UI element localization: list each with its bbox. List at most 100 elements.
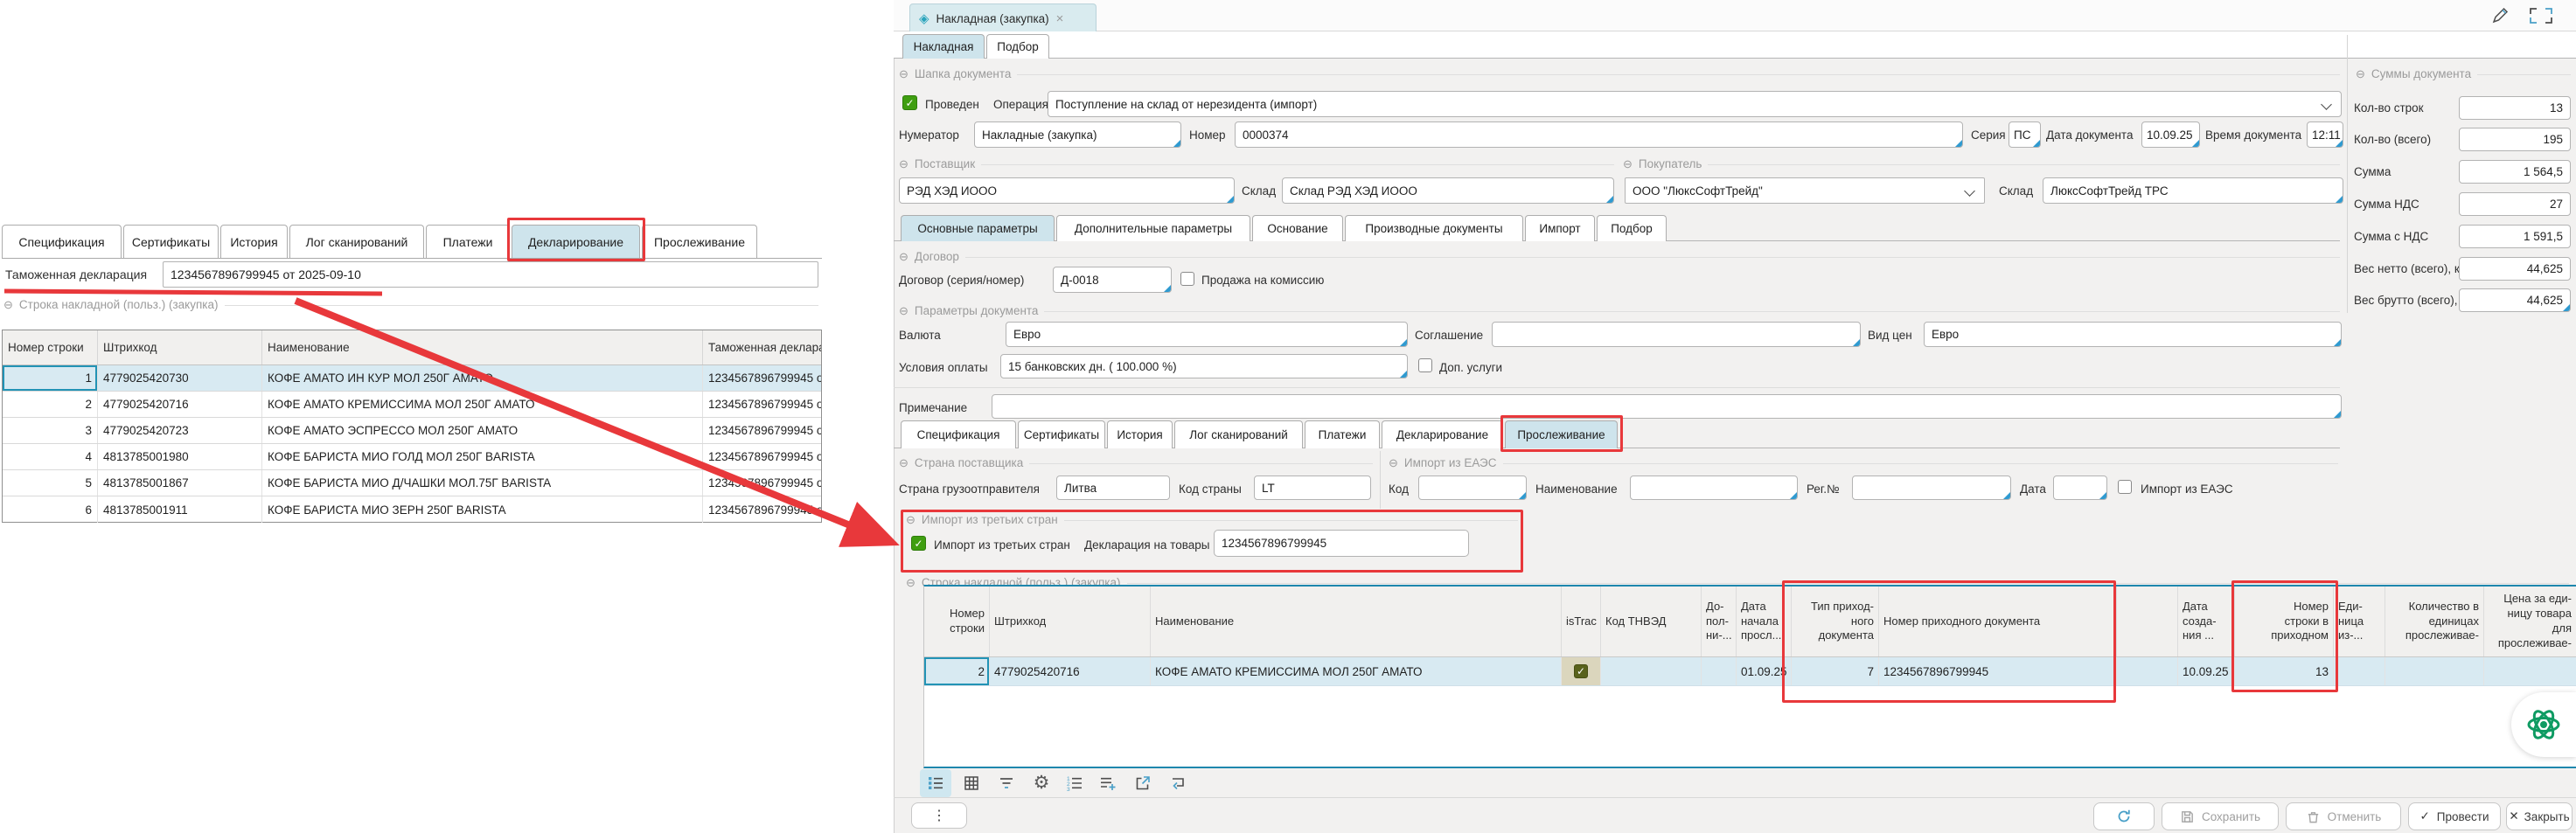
tab-invoice[interactable]: Накладная [902,34,985,59]
open-external-icon[interactable] [1128,770,1158,796]
sum-field-vat[interactable]: 27 [2459,192,2571,216]
table-row[interactable]: 6 4813785001911 КОФЕ БАРИСТА МИО ЗЕРН 25… [3,496,821,523]
col-header-doc-type[interactable]: Тип приход- ного документа [1792,587,1879,656]
tab-history[interactable]: История [220,225,288,258]
col-header-trace-start[interactable]: Дата начала просл... [1737,587,1792,656]
table-row[interactable]: 1 4779025420730 КОФЕ АМАТО ИН КУР МОЛ 25… [3,365,821,392]
sum-field-net-weight[interactable]: 44,625 [2459,257,2571,281]
edit-pencil-icon[interactable] [2490,6,2510,25]
sum-field-qty-total[interactable]: 195 [2459,128,2571,151]
doc-date-field[interactable]: 10.09.25 [2141,121,2200,148]
post-button[interactable]: ✓ Провести [2408,802,2501,830]
eaes-code-field[interactable] [1418,476,1527,500]
tab-declaring[interactable]: Декларирование [1382,420,1503,448]
reload-loop-icon[interactable] [1163,770,1193,796]
eaes-date-field[interactable] [2053,476,2107,500]
collapse-icon[interactable]: ⊖ [2356,68,2365,80]
third-country-checkbox[interactable]: ✓ [911,536,926,551]
table-row[interactable]: 2 4779025420716 КОФЕ АМАТО КРЕМИССИМА МО… [924,657,2576,686]
document-tab[interactable]: ◈ Накладная (закупка) × [909,3,1097,32]
tab-main-params[interactable]: Основные параметры [901,215,1055,241]
supplier-field[interactable]: РЭД ХЭД ИООО [899,177,1235,204]
operation-select[interactable]: Поступление на склад от нерезидента (имп… [1048,91,2342,117]
tab-payments[interactable]: Платежи [426,225,510,258]
col-header-unit[interactable]: Еди- ница из-... [2334,587,2385,656]
list-view-icon[interactable] [921,770,950,796]
table-row[interactable]: 4 4813785001980 КОФЕ БАРИСТА МИО ГОЛД МО… [3,444,821,470]
tab-certificates[interactable]: Сертификаты [123,225,219,258]
col-header-line-number[interactable]: Номер строки [924,587,990,656]
grid-view-icon[interactable] [957,770,986,796]
more-actions-button[interactable]: ⋮ [911,802,967,829]
col-header-customs[interactable]: Таможенная декларация [703,330,821,364]
table-row[interactable]: 2 4779025420716 КОФЕ АМАТО КРЕМИССИМА МО… [3,392,821,418]
col-header-barcode[interactable]: Штрихкод [990,587,1151,656]
collapse-icon[interactable]: ⊖ [899,68,909,80]
collapse-icon[interactable]: ⊖ [1389,457,1398,469]
tab-declaring[interactable]: Декларирование [512,225,640,258]
sum-field-lines-count[interactable]: 13 [2459,96,2571,120]
sum-field-amount[interactable]: 1 564,5 [2459,160,2571,184]
istrac-checkbox[interactable]: ✓ [1574,664,1588,678]
sum-field-with-vat[interactable]: 1 591,5 [2459,225,2571,248]
supplier-warehouse-field[interactable]: Склад РЭД ХЭД ИООО [1282,177,1614,204]
close-tab-icon[interactable]: × [1056,11,1064,26]
col-header-istrac[interactable]: isTrac [1562,587,1601,656]
tab-selection2[interactable]: Подбор [1597,215,1667,241]
tab-scan-log[interactable]: Лог сканирований [289,225,424,258]
posted-checkbox[interactable]: ✓ [902,95,917,110]
tab-tracing[interactable]: Прослеживание [642,225,757,258]
collapse-icon[interactable]: ⊖ [899,305,909,316]
tab-basis[interactable]: Основание [1252,215,1343,241]
close-button[interactable]: ✕ Закрыть [2506,802,2573,830]
save-button[interactable]: Сохранить [2162,802,2279,830]
tab-tracing[interactable]: Прослеживание [1505,420,1618,448]
collapse-icon[interactable]: ⊖ [906,577,916,588]
col-header-tnved[interactable]: Код ТНВЭД [1601,587,1702,656]
tab-history[interactable]: История [1107,420,1173,448]
sum-field-gross-weight[interactable]: 44,625 [2459,288,2571,312]
collapse-icon[interactable]: ⊖ [899,251,909,262]
restore-corners-icon[interactable] [2529,7,2553,24]
col-header-line-number[interactable]: Номер строки [3,330,98,364]
collapse-icon[interactable]: ⊖ [3,299,13,310]
country-code-field[interactable]: LT [1254,476,1371,500]
tab-extra-params[interactable]: Дополнительные параметры [1056,215,1250,241]
cancel-button[interactable]: Отменить [2286,802,2401,830]
consignor-country-field[interactable]: Литва [1056,476,1170,500]
numbered-list-icon[interactable]: 123 [1060,770,1090,796]
add-lines-icon[interactable] [1093,770,1123,796]
collapse-icon[interactable]: ⊖ [899,457,909,469]
refresh-button[interactable] [2093,802,2155,830]
tab-import[interactable]: Импорт [1525,215,1595,241]
buyer-select[interactable]: ООО "ЛюксСофтТрейд" [1625,177,1985,204]
number-field[interactable]: 0000374 [1235,121,1963,148]
col-header-line-in-doc[interactable]: Номер строки в приходном [2235,587,2334,656]
collapse-icon[interactable]: ⊖ [906,514,916,525]
note-field[interactable] [992,394,2342,419]
assistant-logo-pill[interactable] [2511,692,2576,757]
tab-payments[interactable]: Платежи [1305,420,1380,448]
tab-certificates[interactable]: Сертификаты [1018,420,1105,448]
col-header-price-unit[interactable]: Цена за еди- ницу товара для прослеживае… [2484,587,2576,656]
numerator-field[interactable]: Накладные (закупка) [974,121,1181,148]
gear-icon[interactable]: ⚙ [1027,769,1056,795]
tab-specification[interactable]: Спецификация [901,420,1016,448]
collapse-icon[interactable]: ⊖ [1623,158,1633,170]
table-row[interactable]: 5 4813785001867 КОФЕ БАРИСТА МИО Д/ЧАШКИ… [3,470,821,496]
collapse-icon[interactable]: ⊖ [899,158,909,170]
extra-services-checkbox[interactable] [1418,358,1432,372]
price-kind-field[interactable]: Евро [1924,322,2342,347]
currency-field[interactable]: Евро [1006,322,1408,347]
buyer-warehouse-field[interactable]: ЛюксСофтТрейд ТРС [2043,177,2343,204]
col-header-name[interactable]: Наименование [1151,587,1562,656]
eaes-name-field[interactable] [1630,476,1798,500]
col-header-doc-number[interactable]: Номер приходного документа [1879,587,2117,656]
col-header-additional[interactable]: До- пол- ни-... [1702,587,1737,656]
tab-derived-docs[interactable]: Производные документы [1345,215,1523,241]
series-field[interactable]: ПС [2009,121,2041,148]
goods-declaration-field[interactable]: 1234567896799945 [1214,530,1469,557]
payment-terms-field[interactable]: 15 банковских дн. ( 100.000 %) [1000,354,1408,378]
tab-specification[interactable]: Спецификация [2,225,122,258]
contract-field[interactable]: Д-0018 [1053,267,1172,293]
